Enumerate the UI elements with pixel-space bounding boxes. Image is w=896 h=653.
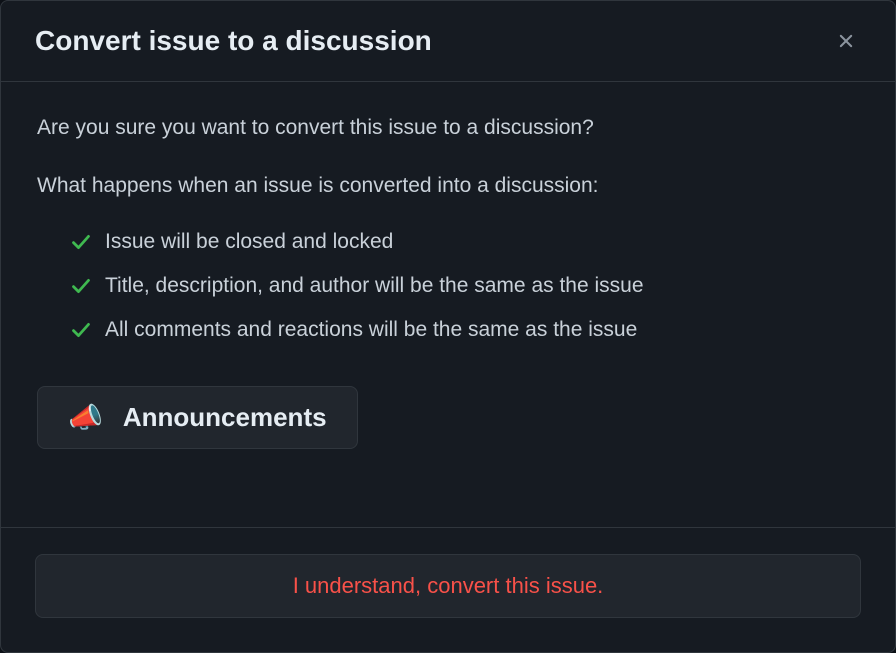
modal-header: Convert issue to a discussion xyxy=(1,1,895,82)
category-label: Announcements xyxy=(123,402,327,433)
checklist: Issue will be closed and locked Title, d… xyxy=(37,220,859,352)
check-icon xyxy=(71,232,91,252)
list-item: Issue will be closed and locked xyxy=(71,220,859,264)
explanation-subtitle: What happens when an issue is converted … xyxy=(37,174,859,198)
modal-title: Convert issue to a discussion xyxy=(35,25,432,57)
close-button[interactable] xyxy=(831,26,861,56)
megaphone-icon: 📣 xyxy=(68,401,103,434)
list-item: Title, description, and author will be t… xyxy=(71,264,859,308)
list-item: All comments and reactions will be the s… xyxy=(71,308,859,352)
confirm-convert-button[interactable]: I understand, convert this issue. xyxy=(35,554,861,618)
check-icon xyxy=(71,320,91,340)
convert-issue-modal: Convert issue to a discussion Are you su… xyxy=(0,0,896,653)
category-selector[interactable]: 📣 Announcements xyxy=(37,386,358,449)
modal-body: Are you sure you want to convert this is… xyxy=(1,82,895,527)
list-item-text: Issue will be closed and locked xyxy=(105,230,393,254)
confirmation-question: Are you sure you want to convert this is… xyxy=(37,116,859,140)
list-item-text: Title, description, and author will be t… xyxy=(105,274,644,298)
list-item-text: All comments and reactions will be the s… xyxy=(105,318,637,342)
modal-footer: I understand, convert this issue. xyxy=(1,527,895,652)
close-icon xyxy=(835,30,857,52)
check-icon xyxy=(71,276,91,296)
